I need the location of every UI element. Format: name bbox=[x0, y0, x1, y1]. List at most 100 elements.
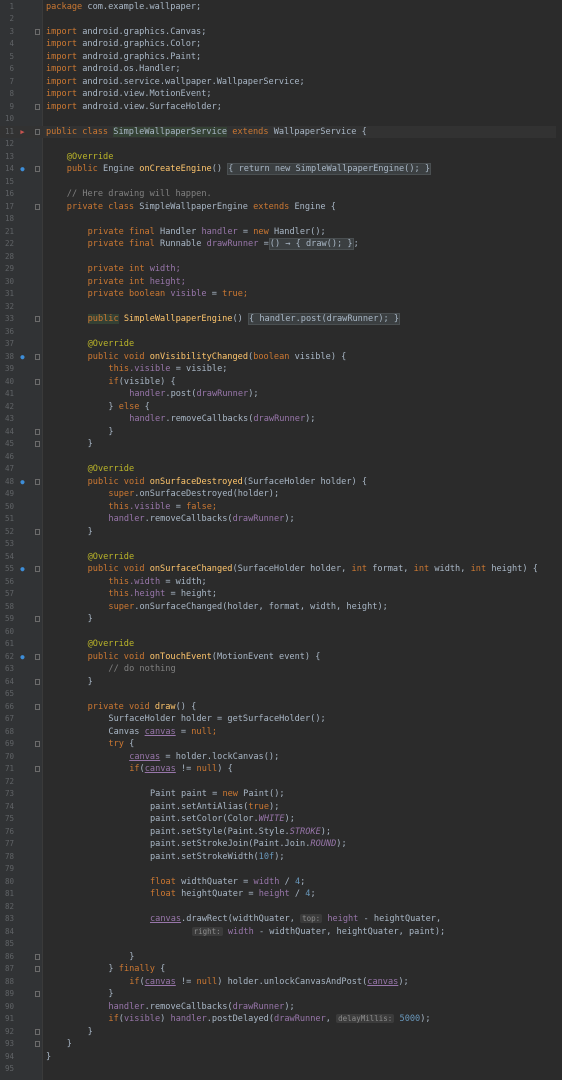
code-text[interactable]: this.width = width; bbox=[108, 576, 206, 589]
code-text[interactable]: if(visible) { bbox=[108, 376, 175, 389]
code-text[interactable]: private int width; bbox=[88, 263, 181, 276]
fold-marker-icon[interactable] bbox=[35, 991, 40, 997]
code-text[interactable]: } bbox=[67, 1038, 72, 1051]
fold-marker-icon[interactable] bbox=[35, 766, 40, 772]
code-line[interactable]: 57 this.height = height; bbox=[0, 588, 562, 601]
code-line[interactable]: 61 @Override bbox=[0, 638, 562, 651]
code-text[interactable]: } bbox=[88, 526, 93, 539]
code-text[interactable]: private final Handler handler = new Hand… bbox=[88, 226, 326, 239]
folded-region[interactable]: { handler.post(drawRunner); } bbox=[248, 313, 401, 325]
fold-marker-icon[interactable] bbox=[35, 566, 40, 572]
code-text[interactable]: canvas.drawRect(widthQuater, top: height… bbox=[150, 913, 441, 926]
code-line[interactable]: 14 ● public Engine onCreateEngine() { retu… bbox=[0, 163, 562, 176]
code-line[interactable]: 80 float widthQuater = width / 4; bbox=[0, 876, 562, 889]
code-line[interactable]: 32 bbox=[0, 301, 562, 314]
code-line[interactable]: 66 private void draw() { bbox=[0, 701, 562, 714]
code-text[interactable]: } else { bbox=[108, 401, 149, 414]
code-line[interactable]: 82 bbox=[0, 901, 562, 914]
code-line[interactable]: 33 public SimpleWallpaperEngine() { handl… bbox=[0, 313, 562, 326]
code-line[interactable]: 36 bbox=[0, 326, 562, 339]
code-text[interactable]: } bbox=[46, 1051, 51, 1064]
override-method-icon[interactable]: ● bbox=[18, 653, 27, 662]
fold-marker-icon[interactable] bbox=[35, 1041, 40, 1047]
code-text[interactable]: } bbox=[88, 1026, 93, 1039]
code-text[interactable]: public void onSurfaceChanged(SurfaceHold… bbox=[88, 563, 538, 576]
code-line[interactable]: 73 Paint paint = new Paint(); bbox=[0, 788, 562, 801]
code-text[interactable]: public void onSurfaceDestroyed(SurfaceHo… bbox=[88, 476, 367, 489]
fold-marker-icon[interactable] bbox=[35, 528, 40, 535]
code-text[interactable]: package com.example.wallpaper; bbox=[46, 1, 201, 14]
fold-marker-icon[interactable] bbox=[35, 128, 40, 135]
code-line[interactable]: 4 import android.graphics.Color; bbox=[0, 38, 562, 51]
code-line[interactable]: 83 canvas.drawRect(widthQuater, top: heig… bbox=[0, 913, 562, 926]
code-text[interactable]: Paint paint = new Paint(); bbox=[150, 788, 285, 801]
code-text[interactable]: paint.setColor(Color.WHITE); bbox=[150, 813, 295, 826]
fold-marker-icon[interactable] bbox=[35, 203, 40, 210]
code-text[interactable]: } bbox=[88, 613, 93, 626]
code-line[interactable]: 44} bbox=[0, 426, 562, 439]
code-line[interactable]: 11 ▶ public class SimpleWallpaperService e… bbox=[0, 125, 562, 138]
fold-marker-icon[interactable] bbox=[35, 1028, 40, 1035]
code-line[interactable]: 47 @Override bbox=[0, 463, 562, 476]
code-line[interactable]: 12 bbox=[0, 138, 562, 151]
override-method-icon[interactable]: ● bbox=[18, 165, 27, 174]
code-line[interactable]: 59} bbox=[0, 613, 562, 626]
fold-marker-icon[interactable] bbox=[35, 703, 40, 710]
code-line[interactable]: 92} bbox=[0, 1026, 562, 1039]
code-line[interactable]: 42} else { bbox=[0, 401, 562, 414]
fold-marker-icon[interactable] bbox=[35, 966, 40, 972]
code-text[interactable]: paint.setStrokeWidth(10f); bbox=[150, 851, 285, 864]
code-text[interactable]: if(visible) handler.postDelayed(drawRunn… bbox=[108, 1013, 431, 1026]
code-text[interactable]: this.height = height; bbox=[108, 588, 217, 601]
fold-marker-icon[interactable] bbox=[35, 678, 40, 685]
code-text[interactable]: @Override bbox=[88, 551, 135, 564]
code-line[interactable]: 41 handler.post(drawRunner); bbox=[0, 388, 562, 401]
code-text[interactable]: private class SimpleWallpaperEngine exte… bbox=[67, 201, 336, 214]
fold-marker-icon[interactable] bbox=[35, 316, 40, 322]
code-line[interactable]: 5 import android.graphics.Paint; bbox=[0, 51, 562, 64]
code-text[interactable]: if(canvas != null) { bbox=[129, 763, 233, 776]
code-text[interactable]: } bbox=[88, 676, 93, 689]
code-text[interactable]: } bbox=[108, 988, 113, 1001]
code-text[interactable]: super.onSurfaceChanged(holder, format, w… bbox=[108, 601, 387, 614]
code-line[interactable]: 53 bbox=[0, 538, 562, 551]
code-text[interactable]: private boolean visible = true; bbox=[88, 288, 248, 301]
code-line[interactable]: 16 // Here drawing will happen. bbox=[0, 188, 562, 201]
code-line[interactable]: 6 import android.os.Handler; bbox=[0, 63, 562, 76]
code-line[interactable]: 67 SurfaceHolder holder = getSurfaceHolde… bbox=[0, 713, 562, 726]
override-method-icon[interactable]: ● bbox=[18, 353, 27, 362]
code-line[interactable]: 85 bbox=[0, 938, 562, 951]
code-text[interactable]: import android.os.Handler; bbox=[46, 63, 181, 76]
code-text[interactable]: import android.view.MotionEvent; bbox=[46, 88, 212, 101]
code-line[interactable]: 81 float heightQuater = height / 4; bbox=[0, 888, 562, 901]
code-line[interactable]: 40 if(visible) { bbox=[0, 376, 562, 389]
code-line[interactable]: 38 ● public void onVisibilityChanged(boole… bbox=[0, 351, 562, 364]
code-text[interactable]: paint.setAntiAlias(true); bbox=[150, 801, 279, 814]
code-text[interactable]: // Here drawing will happen. bbox=[67, 188, 212, 201]
code-line[interactable]: 30 private int height; bbox=[0, 276, 562, 289]
code-text[interactable]: this.visible = visible; bbox=[108, 363, 227, 376]
fold-marker-icon[interactable] bbox=[35, 616, 40, 622]
code-line[interactable]: 75 paint.setColor(Color.WHITE); bbox=[0, 813, 562, 826]
code-text[interactable]: handler.removeCallbacks(drawRunner); bbox=[129, 413, 315, 426]
code-line[interactable]: 22 private final Runnable drawRunner =() … bbox=[0, 238, 562, 251]
override-method-icon[interactable]: ● bbox=[18, 565, 27, 574]
code-text[interactable]: SurfaceHolder holder = getSurfaceHolder(… bbox=[108, 713, 325, 726]
code-text[interactable]: Canvas canvas = null; bbox=[108, 726, 217, 739]
code-line[interactable]: 48 ● public void onSurfaceDestroyed(Surfac… bbox=[0, 476, 562, 489]
code-line[interactable]: 95 bbox=[0, 1063, 562, 1076]
code-line[interactable]: 84 right: width - widthQuater, heightQuat… bbox=[0, 926, 562, 939]
code-line[interactable]: 43 handler.removeCallbacks(drawRunner); bbox=[0, 413, 562, 426]
code-line[interactable]: 58 super.onSurfaceChanged(holder, format,… bbox=[0, 601, 562, 614]
code-line[interactable]: 28 bbox=[0, 251, 562, 264]
code-text[interactable]: public SimpleWallpaperEngine() { handler… bbox=[87, 313, 401, 326]
code-line[interactable]: 52} bbox=[0, 526, 562, 539]
code-line[interactable]: 62 ● public void onTouchEvent(MotionEvent … bbox=[0, 651, 562, 664]
code-line[interactable]: 21 private final Handler handler = new Ha… bbox=[0, 226, 562, 239]
code-text[interactable]: // do nothing bbox=[108, 663, 175, 676]
code-text[interactable]: } finally { bbox=[108, 963, 165, 976]
fold-marker-icon[interactable] bbox=[35, 428, 40, 435]
folded-region[interactable]: () → { draw(); } bbox=[268, 238, 354, 250]
fold-marker-icon[interactable] bbox=[35, 166, 40, 172]
code-text[interactable]: try { bbox=[108, 738, 134, 751]
